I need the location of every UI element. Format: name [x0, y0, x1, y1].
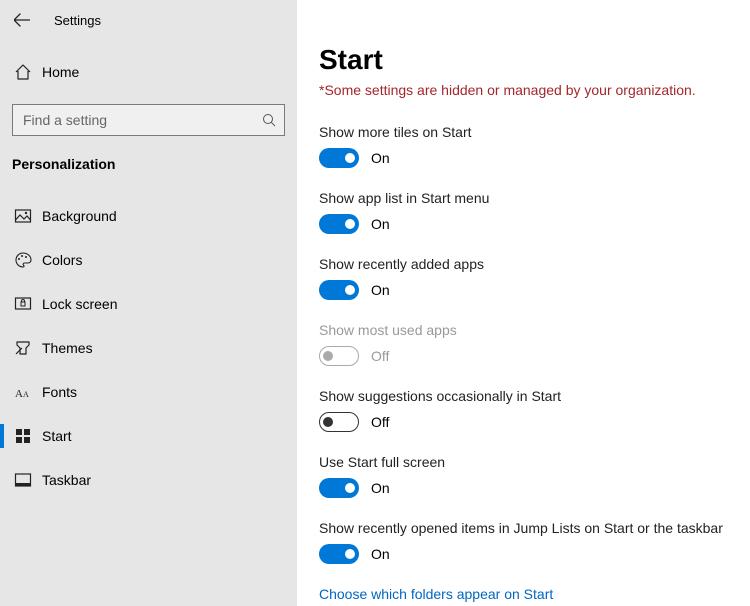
sidebar-item-label: Background: [42, 208, 117, 224]
svg-text:A: A: [23, 390, 29, 399]
toggle-jump-lists[interactable]: [319, 544, 359, 564]
palette-icon: [14, 251, 32, 269]
sidebar-item-taskbar[interactable]: Taskbar: [0, 458, 297, 502]
sidebar-item-label: Fonts: [42, 384, 77, 400]
sidebar-item-label: Taskbar: [42, 472, 91, 488]
sidebar-item-background[interactable]: Background: [0, 194, 297, 238]
nav-home[interactable]: Home: [0, 52, 297, 92]
sidebar-item-label: Colors: [42, 252, 82, 268]
setting-label: Show more tiles on Start: [319, 124, 730, 140]
titlebar: Settings: [0, 0, 297, 40]
choose-folders-link[interactable]: Choose which folders appear on Start: [319, 586, 730, 602]
lock-screen-icon: [14, 295, 32, 313]
sidebar-item-label: Start: [42, 428, 72, 444]
setting-suggestions: Show suggestions occasionally in Start Of…: [319, 388, 730, 432]
sidebar-item-fonts[interactable]: AA Fonts: [0, 370, 297, 414]
svg-text:A: A: [15, 388, 23, 400]
setting-label: Show recently added apps: [319, 256, 730, 272]
toggle-state: Off: [371, 414, 389, 430]
toggle-most-used: [319, 346, 359, 366]
setting-most-used: Show most used apps Off: [319, 322, 730, 366]
window-title: Settings: [54, 13, 101, 28]
toggle-app-list[interactable]: [319, 214, 359, 234]
nav-home-label: Home: [42, 64, 79, 80]
setting-jump-lists: Show recently opened items in Jump Lists…: [319, 520, 730, 564]
setting-label: Show suggestions occasionally in Start: [319, 388, 730, 404]
sidebar-item-start[interactable]: Start: [0, 414, 297, 458]
sidebar-item-themes[interactable]: Themes: [0, 326, 297, 370]
sidebar-item-label: Lock screen: [42, 296, 117, 312]
toggle-suggestions[interactable]: [319, 412, 359, 432]
setting-label: Show app list in Start menu: [319, 190, 730, 206]
sidebar-item-colors[interactable]: Colors: [0, 238, 297, 282]
search-field[interactable]: [21, 111, 256, 129]
setting-more-tiles: Show more tiles on Start On: [319, 124, 730, 168]
toggle-state: On: [371, 216, 390, 232]
toggle-more-tiles[interactable]: [319, 148, 359, 168]
policy-notice: *Some settings are hidden or managed by …: [319, 82, 730, 98]
toggle-state: On: [371, 282, 390, 298]
themes-icon: [14, 339, 32, 357]
taskbar-icon: [14, 471, 32, 489]
toggle-full-screen[interactable]: [319, 478, 359, 498]
toggle-state: Off: [371, 348, 389, 364]
sidebar: Settings Home Personalization Background: [0, 0, 297, 606]
section-title: Personalization: [0, 146, 297, 186]
toggle-state: On: [371, 150, 390, 166]
sidebar-item-label: Themes: [42, 340, 93, 356]
sidebar-item-lock-screen[interactable]: Lock screen: [0, 282, 297, 326]
home-icon: [14, 63, 32, 81]
setting-recently-added: Show recently added apps On: [319, 256, 730, 300]
setting-full-screen: Use Start full screen On: [319, 454, 730, 498]
back-icon[interactable]: [14, 12, 30, 28]
search-input[interactable]: [12, 104, 285, 136]
setting-label: Show recently opened items in Jump Lists…: [319, 520, 730, 536]
search-icon: [262, 113, 276, 127]
picture-icon: [14, 207, 32, 225]
nav-list: Background Colors Lock screen Themes AA …: [0, 194, 297, 502]
fonts-icon: AA: [14, 383, 32, 401]
toggle-recently-added[interactable]: [319, 280, 359, 300]
setting-label: Use Start full screen: [319, 454, 730, 470]
setting-app-list: Show app list in Start menu On: [319, 190, 730, 234]
page-title: Start: [319, 44, 730, 76]
setting-label: Show most used apps: [319, 322, 730, 338]
toggle-state: On: [371, 546, 390, 562]
toggle-state: On: [371, 480, 390, 496]
start-icon: [14, 427, 32, 445]
main-content: Start *Some settings are hidden or manag…: [297, 0, 750, 606]
